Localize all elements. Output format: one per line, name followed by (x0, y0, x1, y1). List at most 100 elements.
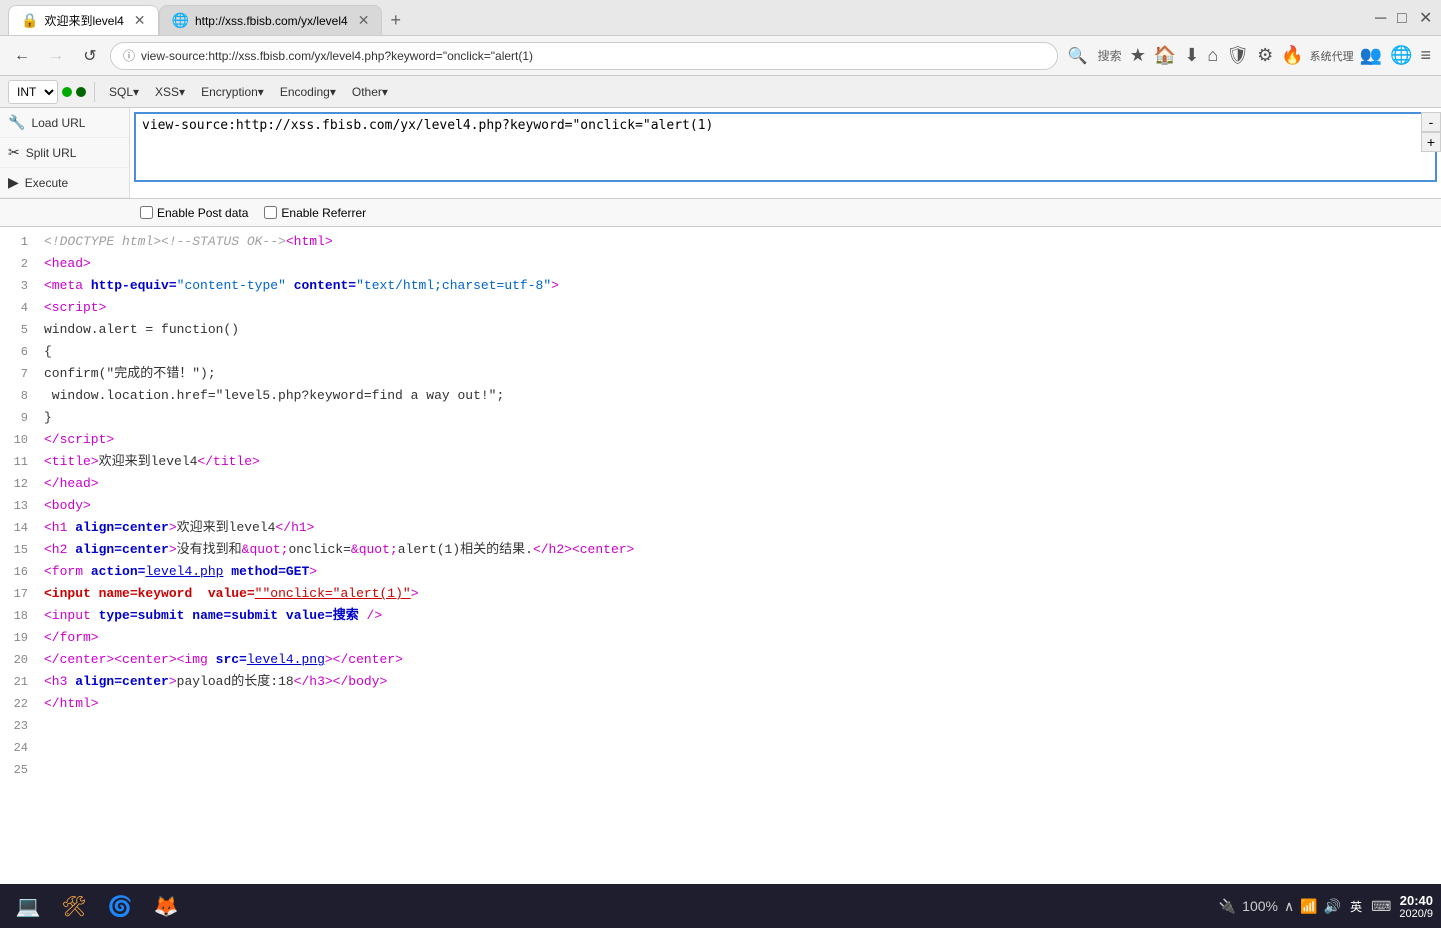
checkboxes-row: Enable Post data Enable Referrer (0, 199, 1441, 227)
taskbar: 💻 🛠 🌀 🦊 🔌 100% ∧ 📶 🔊 英 ⌨ 20:40 2020/9 (0, 884, 1441, 928)
line-content: </form> (40, 627, 1441, 649)
line-content: } (40, 407, 1441, 429)
line-number: 5 (0, 319, 40, 341)
taskbar-app-dev[interactable]: 🛠 (54, 888, 94, 924)
line-number: 18 (0, 605, 40, 627)
navbar: ← → ↺ ⓘ view-source:http://xss.fbisb.com… (0, 36, 1441, 76)
source-line: 10</script> (0, 429, 1441, 451)
line-number: 9 (0, 407, 40, 429)
line-number: 20 (0, 649, 40, 671)
globe-icon[interactable]: 🌐 (1388, 43, 1414, 68)
menu-icon[interactable]: ≡ (1418, 43, 1433, 68)
home-icon[interactable]: ⌂ (1205, 43, 1220, 68)
line-content: </center><center><img src=level4.png></c… (40, 649, 1441, 671)
line-content: </head> (40, 473, 1441, 495)
search-label: 搜索 (1098, 47, 1122, 64)
referrer-checkbox[interactable] (264, 206, 277, 219)
load-url-button[interactable]: 🔧 Load URL (0, 108, 129, 138)
tab-close-1[interactable]: ✕ (134, 12, 146, 29)
tab-bar: 🔒 欢迎来到level4 ✕ 🌐 http://xss.fbisb.com/yx… (8, 0, 409, 35)
vpn-icon[interactable]: 🛡 (1224, 43, 1251, 68)
source-line: 25 (0, 759, 1441, 781)
sql-button[interactable]: SQL▾ (103, 83, 145, 101)
source-line: 22</html> (0, 693, 1441, 715)
clock: 20:40 2020/9 (1399, 893, 1433, 920)
bookmark-icon[interactable]: ★ (1128, 43, 1148, 68)
search-button[interactable]: 🔍 (1064, 42, 1092, 70)
taskbar-apps: 💻 🛠 🌀 🦊 (8, 888, 186, 924)
clock-time: 20:40 (1399, 893, 1433, 908)
execute-icon: ▶ (8, 174, 19, 191)
fire-icon[interactable]: 🔥 (1279, 43, 1305, 68)
url-bar[interactable]: ⓘ view-source:http://xss.fbisb.com/yx/le… (110, 42, 1058, 70)
back-button[interactable]: ← (8, 42, 36, 70)
line-content: </script> (40, 429, 1441, 451)
keyboard-icon[interactable]: ⌨ (1371, 898, 1391, 915)
line-number: 8 (0, 385, 40, 407)
lang-badge[interactable]: 英 (1347, 897, 1365, 916)
source-line: 20</center><center><img src=level4.png><… (0, 649, 1441, 671)
line-number: 16 (0, 561, 40, 583)
line-content: <h1 align=center>欢迎来到level4</h1> (40, 517, 1441, 539)
new-tab-button[interactable]: + (382, 5, 409, 35)
titlebar: 🔒 欢迎来到level4 ✕ 🌐 http://xss.fbisb.com/yx… (0, 0, 1441, 36)
line-number: 1 (0, 231, 40, 253)
plus-button[interactable]: + (1421, 132, 1441, 152)
source-line: 14<h1 align=center>欢迎来到level4</h1> (0, 517, 1441, 539)
line-content: <!DOCTYPE html><!--STATUS OK--><html> (40, 231, 1441, 253)
proxy-label[interactable]: 系统代理 (1310, 48, 1354, 64)
source-line: 3<meta http-equiv="content-type" content… (0, 275, 1441, 297)
source-line: 6{ (0, 341, 1441, 363)
post-data-checkbox-label[interactable]: Enable Post data (140, 206, 248, 220)
maximize-button[interactable]: □ (1397, 11, 1411, 25)
other-button[interactable]: Other▾ (346, 83, 394, 101)
users-icon[interactable]: 👥 (1358, 43, 1384, 68)
taskbar-app-firefox[interactable]: 🦊 (146, 888, 186, 924)
line-content: window.alert = function() (40, 319, 1441, 341)
taskbar-system: 🔌 100% ∧ 📶 🔊 英 ⌨ 20:40 2020/9 (1219, 893, 1433, 920)
xss-button[interactable]: XSS▾ (149, 83, 191, 101)
refresh-button[interactable]: ↺ (76, 42, 104, 70)
taskbar-app-ie[interactable]: 🌀 (100, 888, 140, 924)
post-data-label: Enable Post data (157, 206, 248, 220)
system-tray: 🔌 100% ∧ 📶 🔊 英 ⌨ (1219, 897, 1392, 916)
taskbar-app-pc[interactable]: 💻 (8, 888, 48, 924)
encryption-button[interactable]: Encryption▾ (195, 83, 270, 101)
sidebar-buttons: 🔧 Load URL ✂ Split URL ▶ Execute (0, 108, 130, 198)
tab-favicon-2: 🌐 (172, 12, 189, 29)
volume-icon[interactable]: 🔊 (1324, 898, 1341, 915)
close-button[interactable]: ✕ (1419, 11, 1433, 25)
url-textarea[interactable] (134, 112, 1437, 182)
referrer-checkbox-label[interactable]: Enable Referrer (264, 206, 366, 220)
line-content: <h2 align=center>没有找到和&quot;onclick=&quo… (40, 539, 1441, 561)
line-number: 3 (0, 275, 40, 297)
tab-xss[interactable]: 🌐 http://xss.fbisb.com/yx/level4 ✕ (159, 5, 383, 35)
forward-button[interactable]: → (42, 42, 70, 70)
tab-close-2[interactable]: ✕ (358, 12, 370, 29)
minimize-button[interactable]: ─ (1375, 11, 1389, 25)
post-data-checkbox[interactable] (140, 206, 153, 219)
settings-icon[interactable]: ⚙ (1255, 43, 1275, 68)
execute-button[interactable]: ▶ Execute (0, 168, 129, 198)
shield-icon[interactable]: 🏠 (1152, 43, 1178, 68)
line-number: 19 (0, 627, 40, 649)
encoding-button[interactable]: Encoding▾ (274, 83, 342, 101)
line-number: 4 (0, 297, 40, 319)
tab-level4[interactable]: 🔒 欢迎来到level4 ✕ (8, 5, 159, 35)
int-select[interactable]: INT (8, 80, 58, 104)
line-number: 7 (0, 363, 40, 385)
expand-icon[interactable]: ∧ (1284, 898, 1294, 915)
minus-button[interactable]: - (1421, 112, 1441, 132)
source-line: 7confirm("完成的不错！"); (0, 363, 1441, 385)
line-number: 25 (0, 759, 40, 781)
split-url-button[interactable]: ✂ Split URL (0, 138, 129, 168)
source-line: 18<input type=submit name=submit value=搜… (0, 605, 1441, 627)
source-line: 12</head> (0, 473, 1441, 495)
download-icon[interactable]: ⬇ (1182, 43, 1201, 68)
lock-icon: ⓘ (123, 47, 135, 64)
source-line: 2<head> (0, 253, 1441, 275)
line-number: 14 (0, 517, 40, 539)
source-line: 4<script> (0, 297, 1441, 319)
clock-date: 2020/9 (1399, 908, 1433, 920)
source-line: 21<h3 align=center>payload的长度:18</h3></b… (0, 671, 1441, 693)
